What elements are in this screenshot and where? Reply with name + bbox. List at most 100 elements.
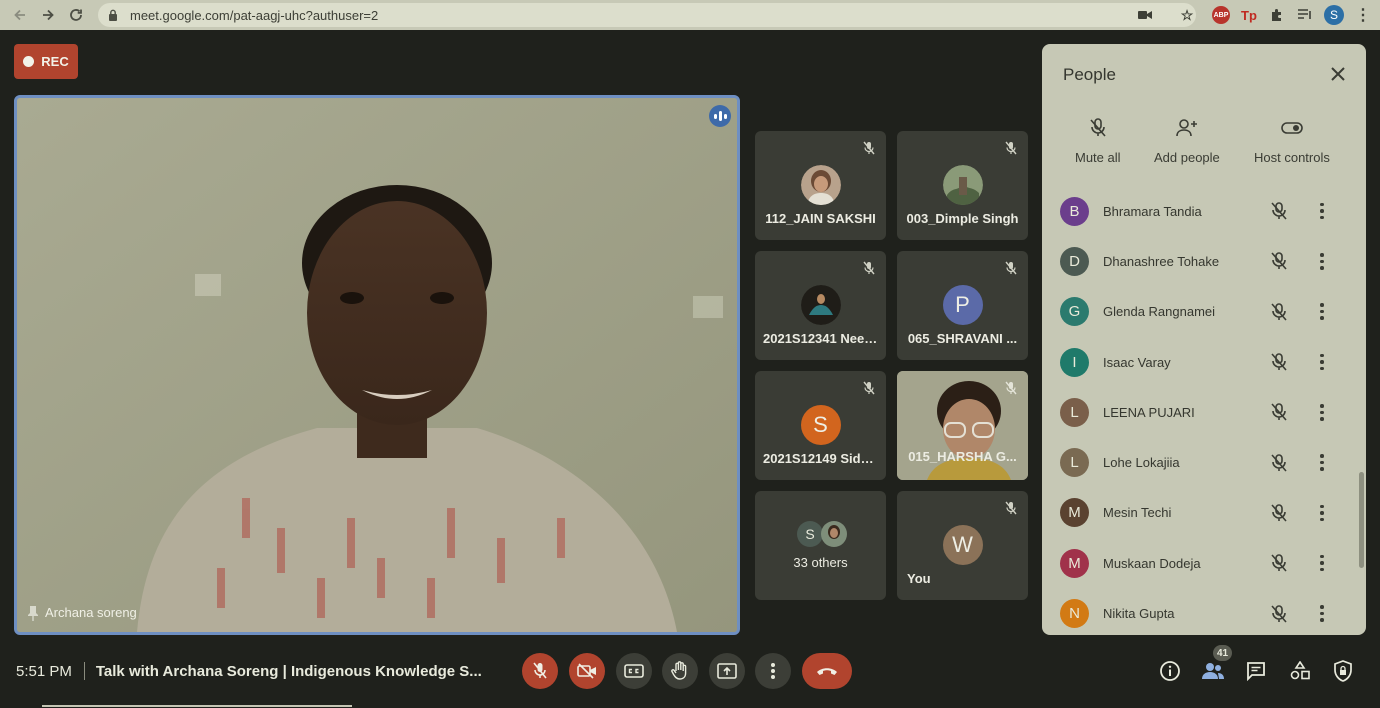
participant-row[interactable]: D Dhanashree Tohake (1042, 236, 1366, 286)
participant-tile[interactable]: 112_JAIN SAKSHI (755, 131, 886, 240)
meeting-info: 5:51 PM Talk with Archana Soreng | Indig… (16, 662, 482, 680)
host-controls-label: Host controls (1254, 150, 1330, 165)
mic-off-icon[interactable] (1269, 604, 1289, 624)
participant-row[interactable]: L Lohe Lokajiia (1042, 437, 1366, 487)
mute-all-button[interactable]: Mute all (1075, 118, 1121, 165)
participant-name: 2021S12149 Sidd... (763, 451, 880, 466)
participant-name: Lohe Lokajiia (1103, 455, 1180, 471)
others-tile[interactable]: S 33 others (755, 491, 886, 600)
chat-button[interactable] (1243, 658, 1269, 684)
meeting-title: Talk with Archana Soreng | Indigenous Kn… (95, 662, 482, 680)
mic-off-icon (1087, 118, 1109, 138)
participant-avatar: M (1060, 498, 1089, 528)
more-vert-icon[interactable] (1312, 553, 1332, 573)
others-avatar-initial: S (797, 521, 823, 547)
participant-tile[interactable]: 2021S12341 Neel... (755, 251, 886, 360)
panel-scrollbar[interactable] (1359, 472, 1364, 568)
participant-avatar: P (942, 285, 983, 325)
mic-off-icon[interactable] (1269, 251, 1289, 271)
participant-row[interactable]: M Muskaan Dodeja (1042, 538, 1366, 588)
captions-button[interactable] (616, 653, 652, 689)
others-avatar-photo (821, 521, 847, 547)
more-vert-icon[interactable] (1312, 251, 1332, 271)
participant-avatar: S (800, 405, 841, 445)
mic-off-icon[interactable] (1269, 302, 1289, 322)
people-icon (1202, 663, 1224, 679)
toolbar-icons: ☆ ABP Tp S ⋮ (1136, 5, 1372, 25)
mic-off-icon[interactable] (1269, 553, 1289, 573)
participant-name: Dhanashree Tohake (1103, 253, 1220, 269)
more-vert-icon[interactable] (1312, 201, 1332, 221)
participant-name: 112_JAIN SAKSHI (765, 211, 876, 226)
participant-row[interactable]: B Bhramara Tandia (1042, 186, 1366, 236)
more-vert-icon[interactable] (1312, 453, 1332, 473)
camera-icon[interactable] (1136, 6, 1154, 24)
main-speaker-nameplate: Archana soreng (27, 605, 137, 621)
mic-toggle-button[interactable] (522, 653, 558, 689)
back-icon[interactable] (6, 1, 34, 29)
mic-off-icon[interactable] (1269, 402, 1289, 422)
media-playlist-icon[interactable] (1296, 6, 1314, 24)
leave-call-button[interactable] (802, 653, 852, 689)
address-bar[interactable]: meet.google.com/pat-aagj-uhc?authuser=2 (98, 3, 1196, 27)
participant-tile[interactable]: 003_Dimple Singh (897, 131, 1028, 240)
extensions-puzzle-icon[interactable] (1268, 6, 1286, 24)
participant-avatar: I (1060, 347, 1089, 377)
participant-tile-video[interactable]: 015_HARSHA G... (897, 371, 1028, 480)
mic-off-icon[interactable] (1269, 201, 1289, 221)
participant-avatar: N (1060, 599, 1089, 629)
self-tile[interactable]: W You (897, 491, 1028, 600)
host-controls-button[interactable]: Host controls (1254, 118, 1330, 165)
participant-tile[interactable]: P 065_SHRAVANI ... (897, 251, 1028, 360)
more-vert-icon[interactable] (1312, 302, 1332, 322)
participant-photo (800, 165, 841, 205)
present-screen-button[interactable] (709, 653, 745, 689)
mic-off-icon[interactable] (1269, 453, 1289, 473)
participant-list: B Bhramara Tandia D Dhanashree Tohake G Glend… (1042, 186, 1366, 635)
adblock-icon[interactable]: ABP (1212, 6, 1230, 24)
recording-badge: REC (14, 44, 78, 79)
reload-icon[interactable] (62, 1, 90, 29)
raise-hand-icon (671, 661, 687, 680)
host-safety-button[interactable] (1330, 658, 1356, 684)
profile-avatar[interactable]: S (1324, 5, 1344, 25)
more-vert-icon[interactable] (1312, 402, 1332, 422)
mic-off-icon[interactable] (1269, 503, 1289, 523)
more-vert-icon[interactable] (1312, 352, 1332, 372)
participant-row[interactable]: M Mesin Techi (1042, 488, 1366, 538)
more-vert-icon[interactable] (1312, 604, 1332, 624)
raise-hand-button[interactable] (662, 653, 698, 689)
mic-off-icon (1005, 141, 1017, 155)
participant-name: 015_HARSHA G... (908, 449, 1017, 464)
participant-name: 065_SHRAVANI ... (907, 331, 1018, 346)
participant-row[interactable]: I Isaac Varay (1042, 337, 1366, 387)
meeting-details-button[interactable] (1157, 658, 1183, 684)
clock-time: 5:51 PM (16, 662, 72, 680)
add-people-button[interactable]: Add people (1154, 118, 1220, 165)
camera-off-icon (577, 663, 596, 679)
close-icon[interactable] (1326, 62, 1350, 86)
panel-actions: Mute all Add people Host controls (1042, 118, 1366, 168)
participant-row[interactable]: L LEENA PUJARI (1042, 387, 1366, 437)
activities-button[interactable] (1287, 658, 1313, 684)
participant-name: Bhramara Tandia (1103, 203, 1202, 219)
present-screen-icon (717, 663, 737, 679)
speaker-video-frame (17, 98, 737, 632)
mic-off-icon (1005, 381, 1017, 395)
main-speaker-video[interactable]: Archana soreng (14, 95, 740, 635)
bookmark-star-icon[interactable]: ☆ (1178, 6, 1196, 24)
more-vert-icon[interactable] (1312, 503, 1332, 523)
people-button[interactable] (1200, 658, 1226, 684)
participant-row[interactable]: N Nikita Gupta (1042, 588, 1366, 635)
participant-name: 003_Dimple Singh (906, 211, 1019, 226)
mic-off-icon[interactable] (1269, 352, 1289, 372)
camera-toggle-button[interactable] (569, 653, 605, 689)
mute-all-label: Mute all (1075, 150, 1121, 165)
tp-extension-icon[interactable]: Tp (1240, 6, 1258, 24)
more-options-button[interactable] (755, 653, 791, 689)
participant-name: Glenda Rangnamei (1103, 304, 1216, 320)
participant-row[interactable]: G Glenda Rangnamei (1042, 287, 1366, 337)
menu-kebab-icon[interactable]: ⋮ (1354, 6, 1372, 24)
participant-tile[interactable]: S 2021S12149 Sidd... (755, 371, 886, 480)
forward-icon[interactable] (34, 1, 62, 29)
